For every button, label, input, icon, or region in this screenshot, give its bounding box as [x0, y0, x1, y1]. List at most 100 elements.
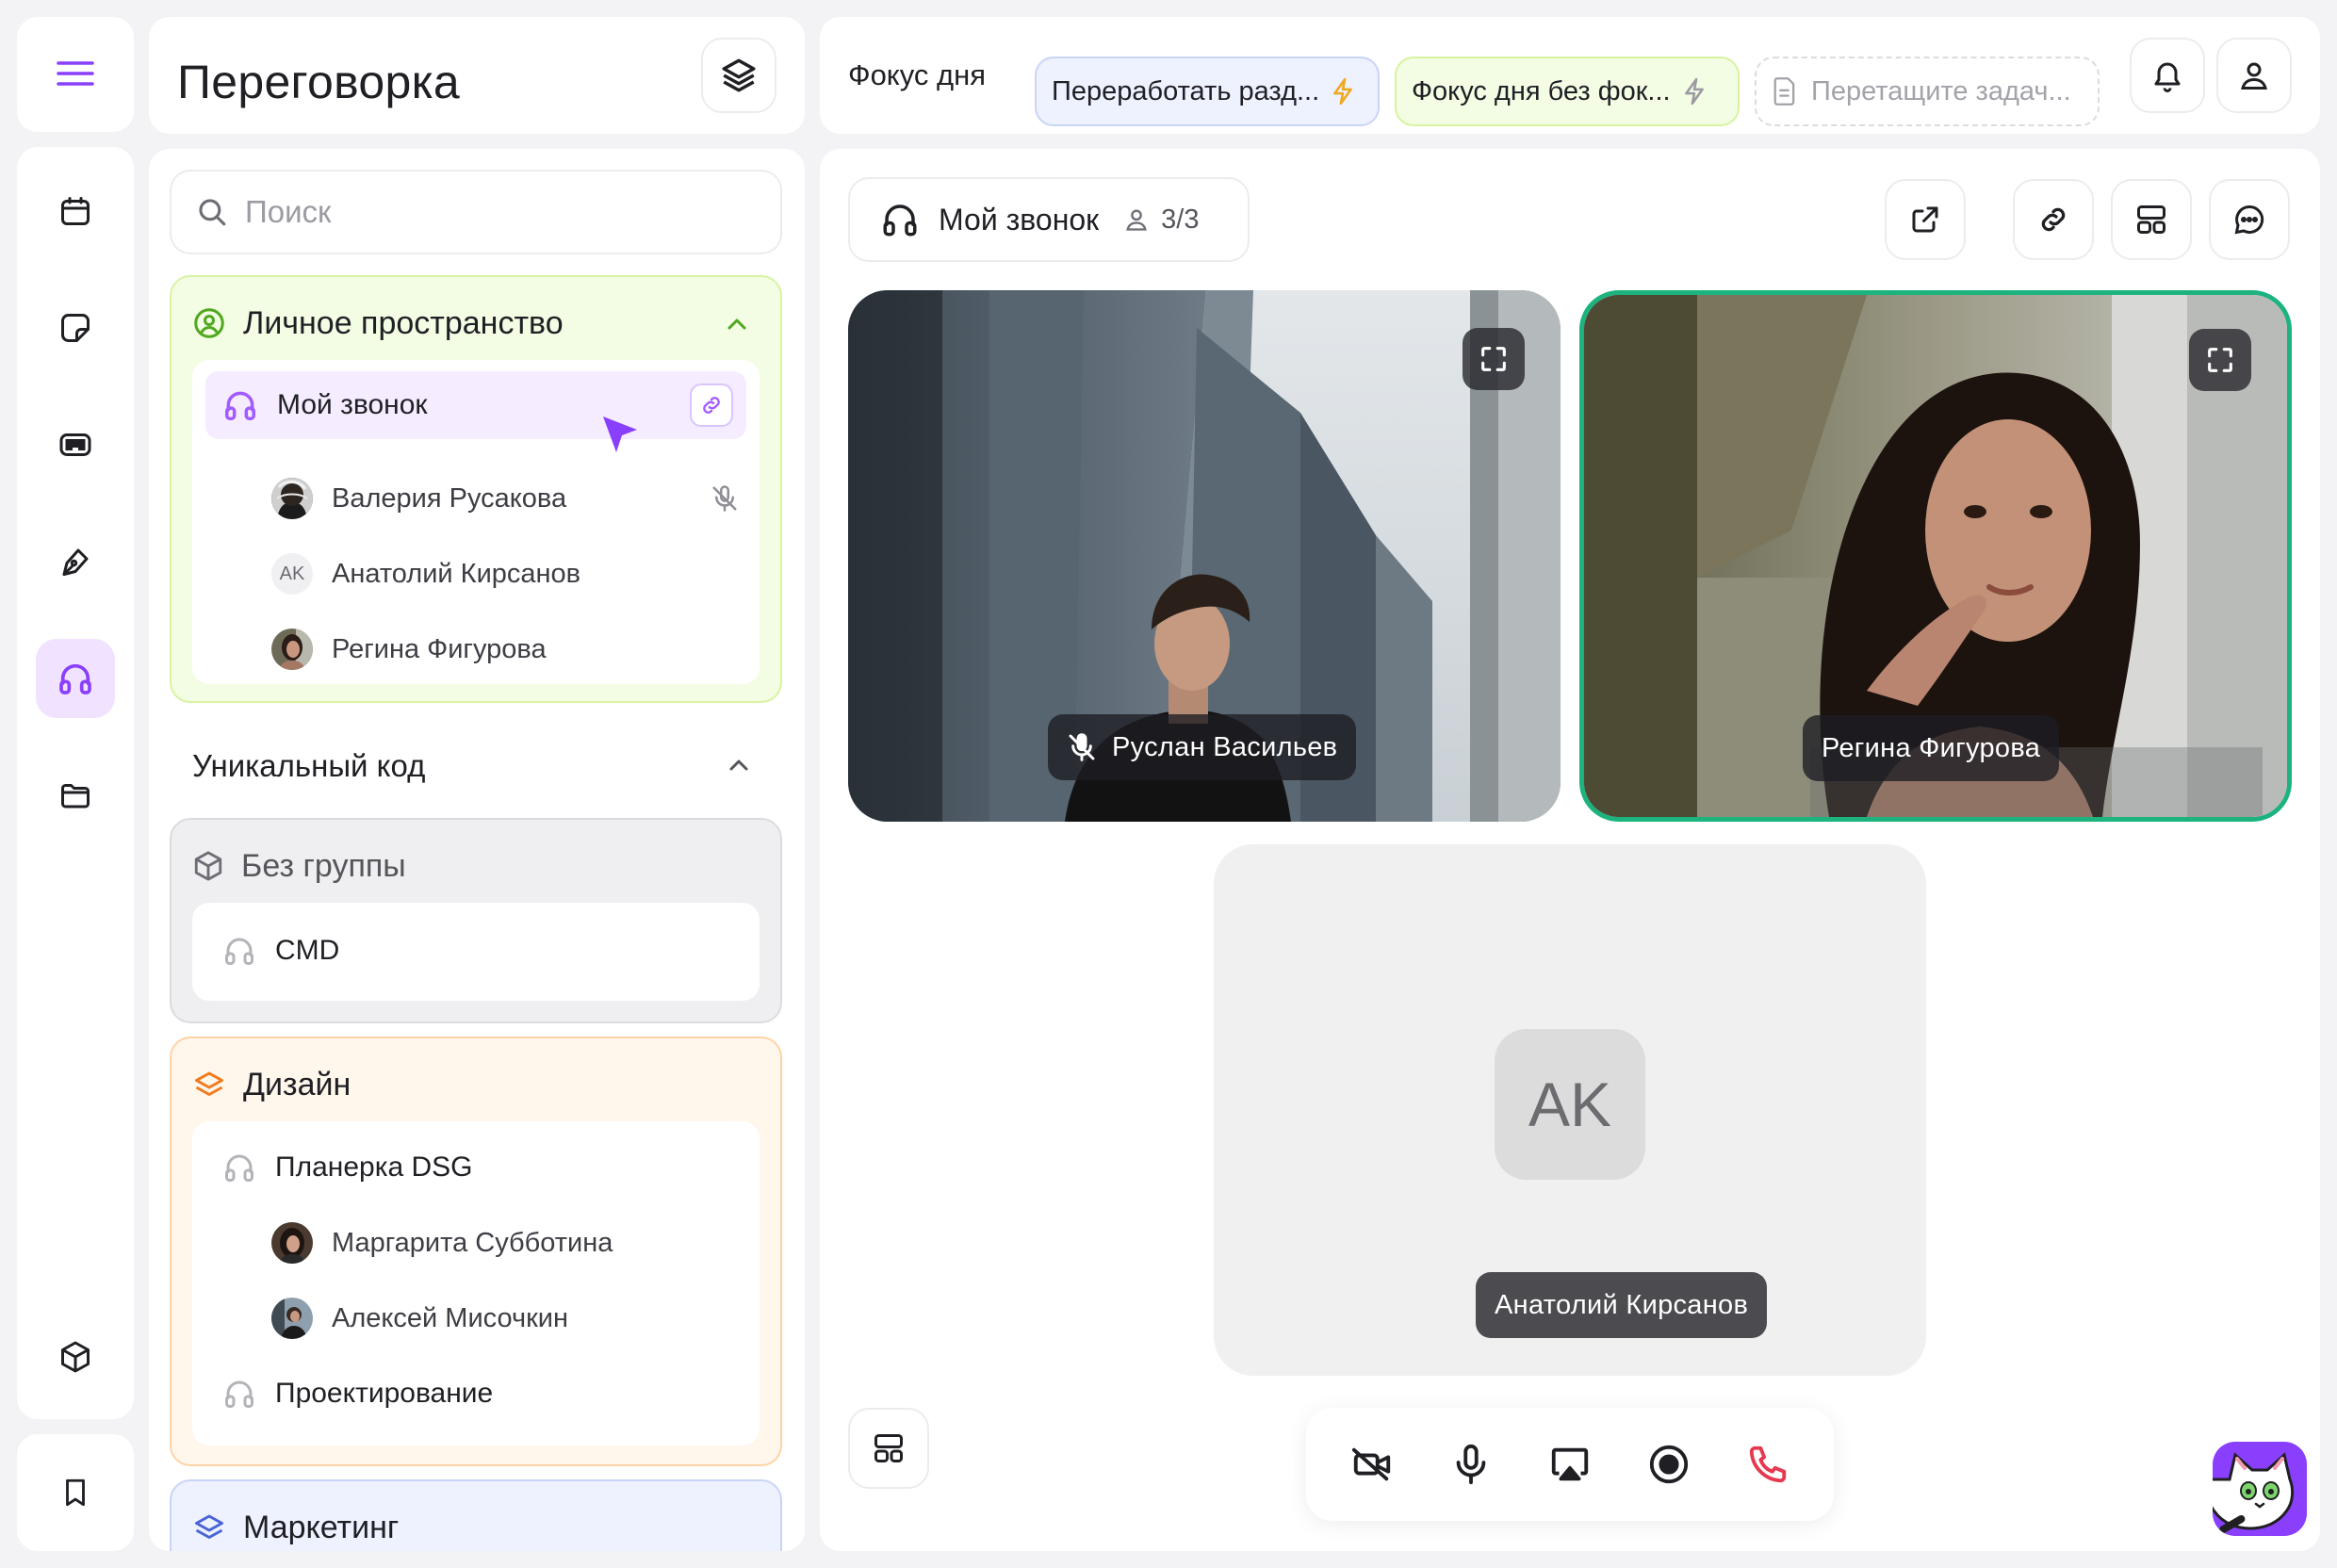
search-input[interactable] — [245, 194, 735, 230]
room-item-my-call[interactable]: Мой звонок — [205, 371, 746, 439]
folder-icon[interactable] — [36, 756, 115, 835]
layers-icon — [195, 1514, 223, 1539]
user-icon — [2241, 62, 2267, 90]
bell-icon — [2154, 62, 2181, 92]
open-external-button[interactable] — [1885, 179, 1966, 260]
nav-rail-bottom — [17, 1434, 134, 1551]
room-item[interactable]: Планерка DSG — [192, 1135, 760, 1200]
cube-icon[interactable] — [36, 1317, 115, 1396]
video-tile-speaking[interactable]: Регина Фигурова — [1579, 290, 2292, 822]
assistant-mascot-button[interactable] — [2213, 1442, 2307, 1536]
lightning-icon — [1684, 77, 1704, 106]
section-personal-title: Личное пространство — [243, 304, 564, 341]
notifications-button[interactable] — [2130, 38, 2205, 113]
record-button[interactable] — [1619, 1413, 1718, 1515]
no-group-rooms: CMD — [192, 903, 760, 1001]
section-marketing: Маркетинг — [170, 1479, 782, 1551]
member-item[interactable]: Маргарита Субботина — [192, 1210, 760, 1276]
microphone-toggle-button[interactable] — [1422, 1413, 1521, 1515]
headphones-icon — [883, 204, 917, 237]
app-title: Переговорка — [177, 56, 461, 108]
search-field[interactable] — [170, 170, 782, 254]
link-icon — [703, 397, 720, 414]
pen-icon[interactable] — [36, 522, 115, 601]
call-controls — [1306, 1408, 1834, 1521]
member-item[interactable]: AK Анатолий Кирсанов — [192, 541, 760, 607]
section-marketing-title: Маркетинг — [243, 1509, 400, 1545]
camera-off-icon — [1352, 1447, 1391, 1481]
room-name: Мой звонок — [277, 389, 428, 420]
section-design-header[interactable]: Дизайн — [192, 1061, 351, 1108]
section-no-group-header[interactable]: Без группы — [192, 842, 406, 890]
call-title-pill[interactable]: Мой звонок 3/3 — [848, 177, 1250, 262]
member-name: Маргарита Субботина — [332, 1227, 613, 1258]
section-personal-header[interactable]: Личное пространство — [192, 300, 564, 347]
headphones-icon — [225, 391, 255, 420]
room-item-cmd[interactable]: CMD — [192, 918, 760, 984]
personal-rooms: Мой звонок Валерия Русакова AK Анатолий … — [192, 360, 760, 684]
expand-button[interactable] — [1463, 328, 1525, 390]
avatar — [271, 1298, 313, 1339]
layout-icon — [874, 1434, 903, 1462]
link-button[interactable] — [690, 384, 733, 427]
grid-view-button[interactable] — [848, 1408, 929, 1489]
section-personal: Личное пространство Мой звонок Валерия Р… — [170, 275, 782, 703]
chevron-up-icon[interactable] — [726, 317, 748, 332]
top-bar: Фокус дня Переработать разд... Фокус дня… — [820, 17, 2320, 134]
expand-icon — [1481, 347, 1506, 371]
search-icon — [199, 199, 226, 226]
video-tile[interactable]: Руслан Васильев — [848, 290, 1561, 822]
copy-link-button[interactable] — [2013, 179, 2094, 260]
headphones-icon — [225, 1154, 253, 1182]
member-item[interactable]: Валерия Русакова — [192, 466, 760, 531]
member-name: Регина Фигурова — [332, 633, 547, 664]
chevron-up-icon[interactable] — [727, 758, 750, 773]
cat-mascot-icon — [2213, 1452, 2295, 1533]
focus-chip[interactable]: Фокус дня без фок... — [1395, 57, 1740, 126]
expand-button[interactable] — [2189, 329, 2251, 391]
profile-button[interactable] — [2216, 38, 2292, 113]
hang-up-button[interactable] — [1718, 1413, 1817, 1515]
hamburger-menu-icon[interactable] — [57, 58, 94, 89]
participant-name-tag: Регина Фигурова — [1803, 715, 2060, 781]
member-name: Валерия Русакова — [332, 482, 567, 514]
document-icon — [1773, 77, 1795, 106]
room-item[interactable]: Проектирование — [192, 1361, 760, 1427]
participant-name: Руслан Васильев — [1112, 731, 1338, 762]
participants-count: 3/3 — [1161, 204, 1200, 235]
member-item[interactable]: Алексей Мисочкин — [192, 1285, 760, 1351]
calendar-icon[interactable] — [36, 172, 115, 251]
cursor-icon — [603, 416, 637, 452]
headphones-icon[interactable] — [36, 639, 115, 718]
participant-initials: AK — [1528, 1070, 1612, 1139]
user-circle-icon — [194, 308, 224, 338]
dashboard-icon[interactable] — [36, 405, 115, 484]
section-unique-code-title: Уникальный код — [192, 748, 426, 783]
note-icon[interactable] — [36, 288, 115, 368]
external-link-icon — [1912, 206, 1938, 233]
section-marketing-header[interactable]: Маркетинг — [192, 1504, 399, 1551]
chat-button[interactable] — [2209, 179, 2290, 260]
lightning-icon — [1333, 77, 1353, 106]
avatar — [271, 1222, 313, 1264]
bookmark-icon[interactable] — [36, 1453, 115, 1532]
record-icon — [1649, 1445, 1688, 1484]
headphones-icon — [225, 938, 253, 965]
chip-label: Фокус дня без фок... — [1412, 75, 1671, 106]
layout-button[interactable] — [2111, 179, 2192, 260]
member-item[interactable]: Регина Фигурова — [192, 616, 760, 682]
sidebar-panel: Личное пространство Мой звонок Валерия Р… — [149, 149, 805, 1551]
layers-button[interactable] — [701, 38, 776, 113]
video-tile-no-camera[interactable]: AK Анатолий Кирсанов — [1214, 844, 1926, 1376]
drop-placeholder: Перетащите задач... — [1811, 75, 2071, 106]
focus-chip[interactable]: Переработать разд... — [1035, 57, 1380, 126]
focus-label: Фокус дня — [848, 58, 986, 91]
section-unique-code-header[interactable]: Уникальный код — [192, 743, 782, 790]
task-drop-zone[interactable]: Перетащите задач... — [1755, 57, 2100, 126]
participant-name-tag: Анатолий Кирсанов — [1476, 1272, 1768, 1338]
section-no-group: Без группы CMD — [170, 818, 782, 1023]
layout-icon — [2137, 205, 2165, 234]
screen-share-button[interactable] — [1521, 1413, 1620, 1515]
camera-toggle-button[interactable] — [1323, 1413, 1422, 1515]
chat-icon — [2234, 204, 2264, 235]
